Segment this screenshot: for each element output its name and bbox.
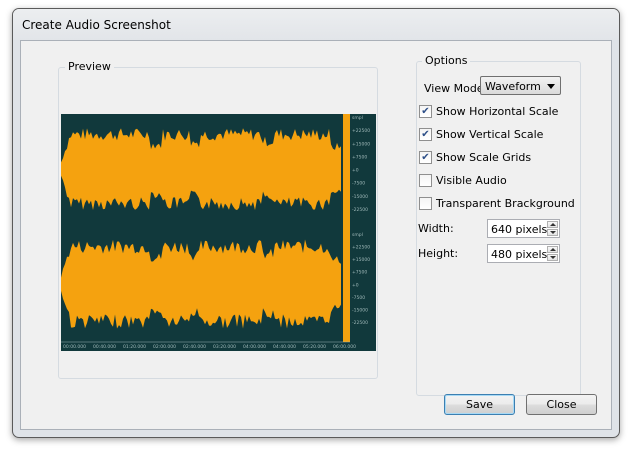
decrement-icon[interactable]	[547, 254, 558, 261]
chevron-down-icon	[547, 84, 555, 89]
width-value[interactable]: 640 pixels	[491, 223, 547, 236]
preview-group-label: Preview	[65, 60, 114, 73]
view-mode-value: Waveform	[485, 80, 541, 93]
save-button[interactable]: Save	[444, 394, 515, 415]
checkbox-box[interactable]	[419, 174, 432, 187]
channel2-scale-label: smpl	[352, 232, 363, 238]
time-axis-label: 02:00.000	[153, 344, 176, 350]
time-axis-label: 01:20.000	[123, 344, 146, 350]
height-value[interactable]: 480 pixels	[491, 248, 547, 261]
time-axis-label: 05:20.000	[303, 344, 326, 350]
time-axis-label: 04:40.000	[273, 344, 296, 350]
channel1-scale-label: +7500	[352, 154, 367, 160]
time-axis-label: 02:40.000	[183, 344, 206, 350]
checkbox-label[interactable]: Show Horizontal Scale	[436, 105, 558, 118]
increment-icon[interactable]	[547, 221, 558, 228]
channel2-scale-label: +0	[352, 282, 359, 288]
width-spin-buttons[interactable]	[547, 221, 558, 236]
channel2-scale-label: -22500	[352, 320, 368, 326]
channel2-scale-label: -15000	[352, 307, 368, 313]
channel2-scale-label: -7500	[352, 295, 365, 301]
waveform-channel-1	[61, 128, 341, 211]
checkbox-label[interactable]: Visible Audio	[436, 174, 507, 187]
height-spin-buttons[interactable]	[547, 246, 558, 261]
channel1-scale-label: -15000	[352, 194, 368, 200]
window-title: Create Audio Screenshot	[22, 18, 171, 32]
checkbox-label[interactable]: Show Vertical Scale	[436, 128, 543, 141]
width-stepper[interactable]: 640 pixels	[487, 219, 560, 238]
width-label: Width:	[418, 222, 454, 235]
channel2-scale-label: +7500	[352, 270, 367, 276]
options-group-label: Options	[422, 54, 471, 67]
increment-icon[interactable]	[547, 246, 558, 253]
time-axis-label: 03:20.000	[213, 344, 236, 350]
waveform-graphic: smpl +22500 +15000 +7500 +0 -7500 -15000 -22500…	[61, 114, 370, 350]
channel1-scale-label: +22500	[352, 128, 370, 134]
checkbox-label[interactable]: Transparent Brackground	[436, 197, 575, 210]
dialog-window: Create Audio Screenshot Preview smpl +225…	[12, 8, 620, 438]
checkbox-box[interactable]	[419, 197, 432, 210]
height-label: Height:	[418, 247, 459, 260]
channel1-scale-label: +15000	[352, 141, 370, 147]
waveform-preview: smpl +22500 +15000 +7500 +0 -7500 -15000 -22500…	[61, 114, 376, 351]
time-axis-label: 00:40.000	[93, 344, 116, 350]
checkbox-label[interactable]: Show Scale Grids	[436, 151, 531, 164]
decrement-icon[interactable]	[547, 229, 558, 236]
view-mode-label: View Mode:	[424, 82, 488, 95]
title-bar[interactable]: Create Audio Screenshot	[13, 9, 619, 40]
close-button[interactable]: Close	[526, 394, 597, 415]
checkbox-box[interactable]: ✔	[419, 105, 432, 118]
channel1-scale-label: -22500	[352, 207, 368, 213]
height-stepper[interactable]: 480 pixels	[487, 244, 560, 263]
time-axis-label: 06:00.000	[333, 344, 356, 350]
channel1-scale-label: +0	[352, 168, 359, 174]
time-axis-label: 00:00.000	[63, 344, 86, 350]
waveform-channel-2	[61, 239, 341, 329]
checkbox-box[interactable]: ✔	[419, 128, 432, 141]
channel1-scale-label: -7500	[352, 181, 365, 187]
channel2-scale-label: +15000	[352, 257, 370, 263]
checkbox-box[interactable]: ✔	[419, 151, 432, 164]
channel2-scale-label: +22500	[352, 245, 370, 251]
time-axis-label: 04:00.000	[243, 344, 266, 350]
view-mode-select[interactable]: Waveform	[480, 76, 561, 95]
playhead-bar[interactable]	[343, 114, 350, 342]
channel1-scale-label: smpl	[352, 115, 363, 121]
